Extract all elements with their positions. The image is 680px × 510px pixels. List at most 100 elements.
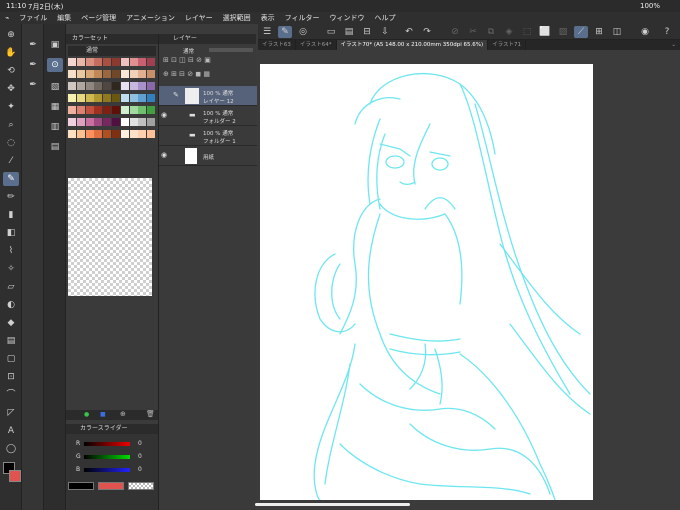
color-swatch[interactable]	[76, 82, 85, 90]
add-color-icon[interactable]: ⊕	[120, 410, 126, 418]
edit-icon[interactable]: ✎	[278, 26, 292, 38]
sub-color-swatch[interactable]	[9, 470, 21, 482]
color-swatch[interactable]	[94, 130, 103, 138]
color-swatch[interactable]	[120, 118, 129, 126]
color-swatch[interactable]	[103, 82, 112, 90]
b-slider[interactable]	[84, 468, 130, 472]
eye-icon[interactable]: ◉	[161, 151, 167, 159]
menu-file[interactable]: ファイル	[14, 13, 52, 23]
app-logo-icon[interactable]: ⌁	[0, 14, 14, 22]
layer-row[interactable]: ◉ 用紙	[159, 146, 257, 166]
color-swatch[interactable]	[112, 106, 120, 114]
color-swatch[interactable]	[138, 94, 147, 102]
color-swatch[interactable]	[76, 130, 85, 138]
subtool-pen2-icon[interactable]: ✒	[25, 58, 41, 72]
figure-icon[interactable]: ▢	[3, 352, 19, 366]
menu-edit[interactable]: 編集	[52, 13, 76, 23]
color-swatch[interactable]	[68, 58, 76, 66]
color-swatch[interactable]	[112, 118, 120, 126]
redo-icon[interactable]: ↷	[420, 26, 434, 38]
color-swatch[interactable]	[68, 94, 76, 102]
open-icon[interactable]: ▤	[342, 26, 356, 38]
pen-icon[interactable]: ✎	[3, 172, 19, 186]
brush-icon[interactable]: ◧	[3, 226, 19, 240]
color-swatch[interactable]	[76, 70, 85, 78]
color-swatch[interactable]	[147, 94, 156, 102]
color-swatch[interactable]	[94, 70, 103, 78]
color-swatch[interactable]	[76, 106, 85, 114]
tab-illust71[interactable]: イラスト71	[488, 40, 527, 50]
color-swatch[interactable]	[85, 82, 94, 90]
color-icon[interactable]	[0, 462, 22, 490]
eye-icon[interactable]: ◉	[161, 111, 167, 119]
color-swatch[interactable]	[138, 130, 147, 138]
transparent-chip[interactable]	[128, 482, 154, 490]
move-icon[interactable]: ✥	[3, 82, 19, 96]
main-color-chip[interactable]	[68, 482, 94, 490]
sub-color-chip[interactable]	[98, 482, 124, 490]
color-swatch[interactable]	[68, 118, 76, 126]
subtool-pen-icon[interactable]: ✒	[25, 38, 41, 52]
color-swatch[interactable]	[147, 58, 156, 66]
save-icon[interactable]: ⊟	[360, 26, 374, 38]
color-set-select[interactable]: 通常	[68, 46, 156, 56]
snap-special-icon[interactable]: ◫	[610, 26, 624, 38]
undo-icon[interactable]: ↶	[402, 26, 416, 38]
menu-window[interactable]: ウィンドウ	[325, 13, 370, 23]
paste-icon[interactable]: ◈	[502, 26, 516, 38]
menu-animation[interactable]: アニメーション	[121, 13, 180, 23]
sub-view-icon[interactable]: ▥	[47, 120, 63, 134]
color-swatch[interactable]	[138, 82, 147, 90]
menu-view[interactable]: 表示	[256, 13, 280, 23]
material-icon[interactable]: ▧	[47, 80, 63, 94]
marker-icon[interactable]: ▮	[3, 208, 19, 222]
color-swatch[interactable]	[76, 94, 85, 102]
wand-icon[interactable]: ✦	[3, 100, 19, 114]
tool-property-icon[interactable]: ▣	[47, 38, 63, 52]
color-swatch[interactable]	[85, 94, 94, 102]
lasso-icon[interactable]: ◌	[3, 136, 19, 150]
color-swatch[interactable]	[85, 106, 94, 114]
eyedropper-icon[interactable]: ⁄	[3, 154, 19, 168]
color-swatch[interactable]	[147, 106, 156, 114]
copy-icon[interactable]: ⧉	[484, 26, 498, 38]
color-swatch[interactable]	[120, 70, 129, 78]
color-swatch[interactable]	[68, 70, 76, 78]
airbrush-icon[interactable]: ⌇	[3, 244, 19, 258]
color-swatch[interactable]	[120, 94, 129, 102]
export-icon[interactable]: ⇩	[378, 26, 392, 38]
decoration-icon[interactable]: ✧	[3, 262, 19, 276]
color-swatch[interactable]	[112, 58, 120, 66]
pencil-icon[interactable]: ✏	[3, 190, 19, 204]
menu-help[interactable]: ヘルプ	[370, 13, 401, 23]
subtool-pen3-icon[interactable]: ✒	[25, 78, 41, 92]
new-icon[interactable]: ▭	[324, 26, 338, 38]
layer-property-icon[interactable]: ▤	[47, 140, 63, 154]
tab-illust64[interactable]: イラスト64*	[296, 40, 337, 50]
palette-icon[interactable]: ◉	[638, 26, 652, 38]
color-swatch[interactable]	[76, 118, 85, 126]
rotate-icon[interactable]: ⟲	[3, 64, 19, 78]
color-swatch[interactable]	[129, 70, 138, 78]
search-icon[interactable]: ⌕	[3, 118, 19, 132]
color-swatch[interactable]	[120, 58, 129, 66]
color-swatch[interactable]	[120, 82, 129, 90]
frame-icon[interactable]: ⊡	[3, 370, 19, 384]
blend-icon[interactable]: ◐	[3, 298, 19, 312]
menu-selection[interactable]: 選択範囲	[218, 13, 256, 23]
color-swatch[interactable]	[85, 70, 94, 78]
layer-tool-icons-2[interactable]: ⊕ ⊞ ⊟ ⊘ ◼ ▦	[163, 70, 210, 78]
r-slider[interactable]	[84, 442, 130, 446]
color-swatch[interactable]	[68, 106, 76, 114]
color-swatch[interactable]	[103, 106, 112, 114]
color-swatch[interactable]	[129, 130, 138, 138]
menu-filter[interactable]: フィルター	[280, 13, 325, 23]
color-swatch[interactable]	[129, 58, 138, 66]
color-swatch[interactable]	[138, 70, 147, 78]
chevron-down-icon[interactable]: ⌄	[667, 40, 680, 50]
transform-icon[interactable]: ⬚	[520, 26, 534, 38]
eraser-icon[interactable]: ▱	[3, 280, 19, 294]
cut-icon[interactable]: ✂	[466, 26, 480, 38]
deselect-icon[interactable]: ⬜	[538, 26, 552, 38]
g-slider[interactable]	[84, 455, 130, 459]
